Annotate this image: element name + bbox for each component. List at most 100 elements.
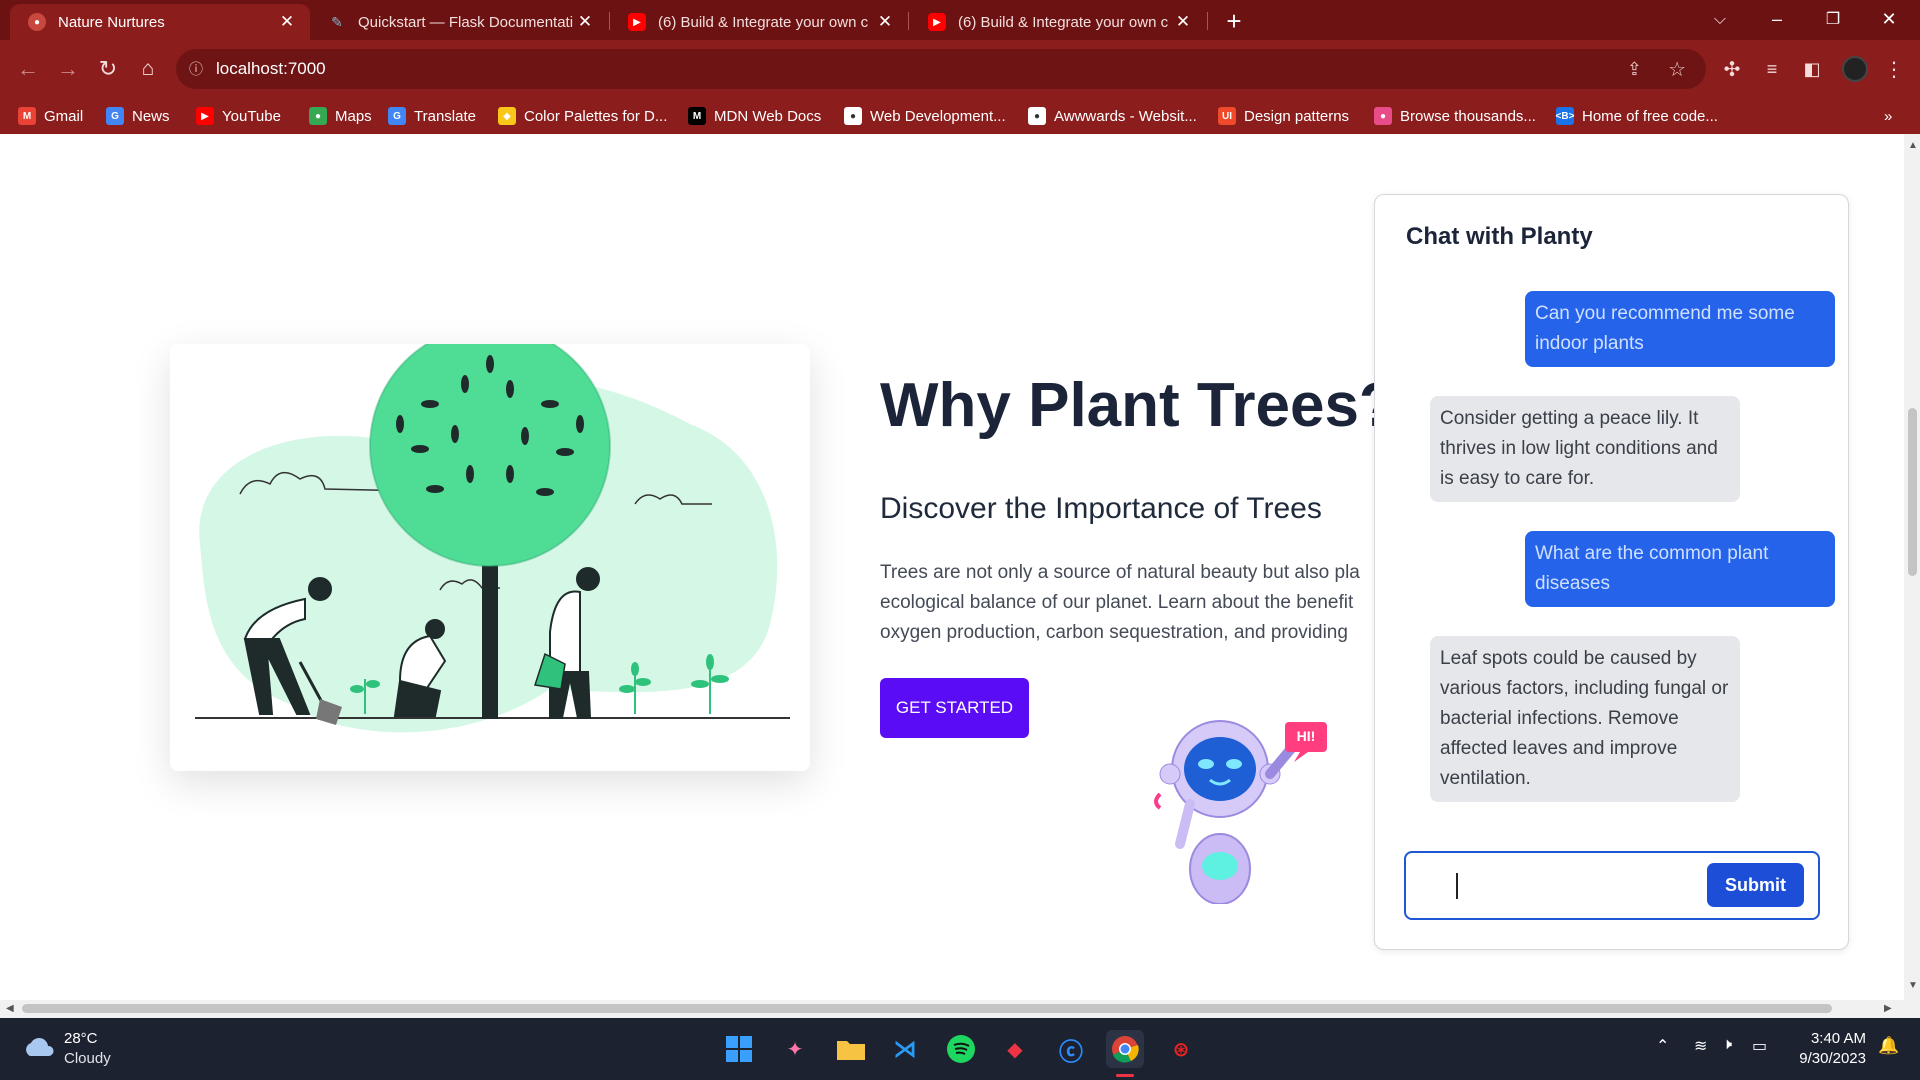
text-caret — [1456, 873, 1458, 899]
restore-icon[interactable]: ❐ — [1808, 0, 1858, 38]
back-icon[interactable]: ← — [10, 40, 46, 98]
hero-body-line: oxygen production, carbon sequestration,… — [880, 622, 1348, 643]
cloud-icon[interactable] — [22, 1036, 56, 1058]
clock-date[interactable]: 9/30/2023 — [1780, 1050, 1866, 1067]
bookmark-label: Awwwards - Websit... — [1054, 107, 1197, 125]
battery-icon[interactable]: ▭ — [1752, 1036, 1767, 1056]
browser-toolbar: ← → ↻ ⌂ ⓘ localhost:7000 ⇪ ☆ ✣ ≡ ◧ ⋮ — [0, 40, 1920, 98]
tab-flask-docs[interactable]: ✎ Quickstart — Flask Documentati ✕ — [310, 4, 608, 40]
chat-message-bot: Consider getting a peace lily. It thrive… — [1430, 396, 1740, 502]
minimize-icon[interactable]: – — [1752, 0, 1802, 38]
close-icon[interactable]: ✕ — [1172, 12, 1194, 32]
chat-panel: Chat with Planty Can you recommend me so… — [1374, 194, 1849, 950]
tab-search-icon[interactable]: ⌵ — [1704, 4, 1736, 36]
robot-mascot[interactable]: HI! — [1150, 704, 1340, 905]
address-bar[interactable]: ⓘ localhost:7000 ⇪ ☆ — [176, 49, 1706, 89]
vertical-scroll-thumb[interactable] — [1908, 408, 1917, 576]
weather-condition[interactable]: Cloudy — [64, 1050, 111, 1067]
chrome-icon[interactable] — [1106, 1030, 1144, 1068]
hero-body: Trees are not only a source of natural b… — [880, 558, 1380, 648]
scroll-down-icon[interactable]: ▼ — [1908, 980, 1918, 991]
menu-kebab-icon[interactable]: ⋮ — [1876, 40, 1912, 98]
get-started-button[interactable]: GET STARTED — [880, 678, 1029, 738]
speaker-muted-icon[interactable]: 🕨 — [1722, 1036, 1732, 1054]
notification-bell-icon[interactable]: 🔔 — [1878, 1036, 1899, 1056]
extensions-icon[interactable]: ✣ — [1714, 40, 1750, 98]
submit-button[interactable]: Submit — [1707, 863, 1804, 907]
bookmark-item[interactable]: G Translate — [388, 98, 476, 134]
page-viewport: Why Plant Trees? Discover the Importance… — [0, 134, 1904, 1000]
bookmark-label: MDN Web Docs — [714, 107, 822, 125]
spotify-icon[interactable] — [942, 1030, 980, 1068]
more-bookmarks-icon[interactable]: » — [1884, 98, 1892, 134]
clock-time[interactable]: 3:40 AM — [1780, 1030, 1866, 1047]
chat-message-user: What are the common plant diseases — [1525, 531, 1835, 607]
code-icon: <B> — [1556, 107, 1574, 125]
scroll-left-icon[interactable]: ◀ — [6, 1003, 14, 1014]
site-info-icon[interactable]: ⓘ — [176, 59, 216, 79]
windows-start-icon[interactable] — [720, 1030, 758, 1068]
hero-subtitle: Discover the Importance of Trees — [880, 492, 1322, 525]
dribbble-icon: ● — [1374, 107, 1392, 125]
tab-title: Nature Nurtures — [58, 13, 165, 31]
bookmark-item[interactable]: ● Maps — [309, 98, 372, 134]
bookmark-item[interactable]: ● Awwwards - Websit... — [1028, 98, 1197, 134]
file-explorer-icon[interactable] — [832, 1030, 870, 1068]
bookmark-item[interactable]: ▶ YouTube — [196, 98, 281, 134]
c-app-icon[interactable]: ⓒ — [1052, 1030, 1090, 1068]
share-icon[interactable]: ⇪ — [1627, 59, 1642, 80]
bookmark-item[interactable]: G News — [106, 98, 170, 134]
tab-separator — [1207, 12, 1208, 30]
avatar[interactable] — [1842, 56, 1868, 82]
vscode-icon[interactable]: ⋊ — [886, 1030, 924, 1068]
git-icon[interactable]: ◆ — [996, 1030, 1034, 1068]
reload-icon[interactable]: ↻ — [90, 40, 126, 98]
tab-strip: ● Nature Nurtures ✕ ✎ Quickstart — Flask… — [0, 0, 1920, 40]
hero-body-line: ecological balance of our planet. Learn … — [880, 592, 1354, 613]
security-app-icon[interactable]: ⊛ — [1162, 1030, 1200, 1068]
horizontal-scroll-thumb[interactable] — [22, 1004, 1832, 1013]
bookmark-item[interactable]: ● Browse thousands... — [1374, 98, 1536, 134]
mdn-icon: M — [688, 107, 706, 125]
illustration-card — [170, 325, 810, 771]
bookmark-label: Web Development... — [870, 107, 1006, 125]
chat-input[interactable] — [1426, 865, 1676, 905]
close-icon[interactable]: ✕ — [276, 12, 298, 32]
tab-youtube-2[interactable]: ▶ (6) Build & Integrate your own c ✕ — [910, 4, 1206, 40]
tray-overflow-icon[interactable]: ⌃ — [1656, 1036, 1669, 1056]
bookmark-item[interactable]: ◆ Color Palettes for D... — [498, 98, 667, 134]
tab-title: (6) Build & Integrate your own c — [658, 13, 869, 31]
wifi-icon[interactable]: ≋ — [1694, 1036, 1707, 1056]
bookmark-label: Maps — [335, 107, 372, 125]
awwwards-icon: ● — [1028, 107, 1046, 125]
bookmark-item[interactable]: <B> Home of free code... — [1556, 98, 1718, 134]
bookmark-star-icon[interactable]: ☆ — [1668, 57, 1686, 82]
vertical-scrollbar[interactable]: ▲ ▼ — [1904, 134, 1920, 1000]
scroll-right-icon[interactable]: ▶ — [1884, 1003, 1892, 1014]
tab-nature-nurtures[interactable]: ● Nature Nurtures ✕ — [10, 4, 310, 40]
scroll-up-icon[interactable]: ▲ — [1908, 140, 1918, 151]
weather-temperature[interactable]: 28°C — [64, 1030, 98, 1047]
bookmark-item[interactable]: M Gmail — [18, 98, 83, 134]
bookmark-item[interactable]: ● Web Development... — [844, 98, 1006, 134]
new-tab-icon[interactable]: + — [1218, 4, 1250, 38]
bookmark-label: Gmail — [44, 107, 84, 125]
horizontal-scrollbar[interactable]: ◀ ▶ — [0, 1000, 1920, 1018]
forward-icon[interactable]: → — [50, 40, 86, 98]
youtube-icon: ▶ — [628, 13, 646, 31]
tab-youtube-1[interactable]: ▶ (6) Build & Integrate your own c ✕ — [610, 4, 908, 40]
close-icon[interactable]: ✕ — [574, 12, 596, 32]
bookmark-item[interactable]: M MDN Web Docs — [688, 98, 821, 134]
media-control-icon[interactable]: ≡ — [1754, 40, 1790, 98]
bookmark-label: News — [132, 107, 170, 125]
youtube-icon: ▶ — [196, 107, 214, 125]
copilot-preview-icon[interactable]: ✦ — [776, 1030, 814, 1068]
bookmark-label: Translate — [414, 107, 476, 125]
bookmark-item[interactable]: UI Design patterns — [1218, 98, 1349, 134]
side-panel-icon[interactable]: ◧ — [1794, 40, 1830, 98]
bookmark-label: Browse thousands... — [1400, 107, 1536, 125]
tree-planting-illustration — [195, 325, 790, 733]
home-icon[interactable]: ⌂ — [130, 40, 166, 98]
window-close-icon[interactable]: ✕ — [1864, 0, 1914, 38]
close-icon[interactable]: ✕ — [874, 12, 896, 32]
